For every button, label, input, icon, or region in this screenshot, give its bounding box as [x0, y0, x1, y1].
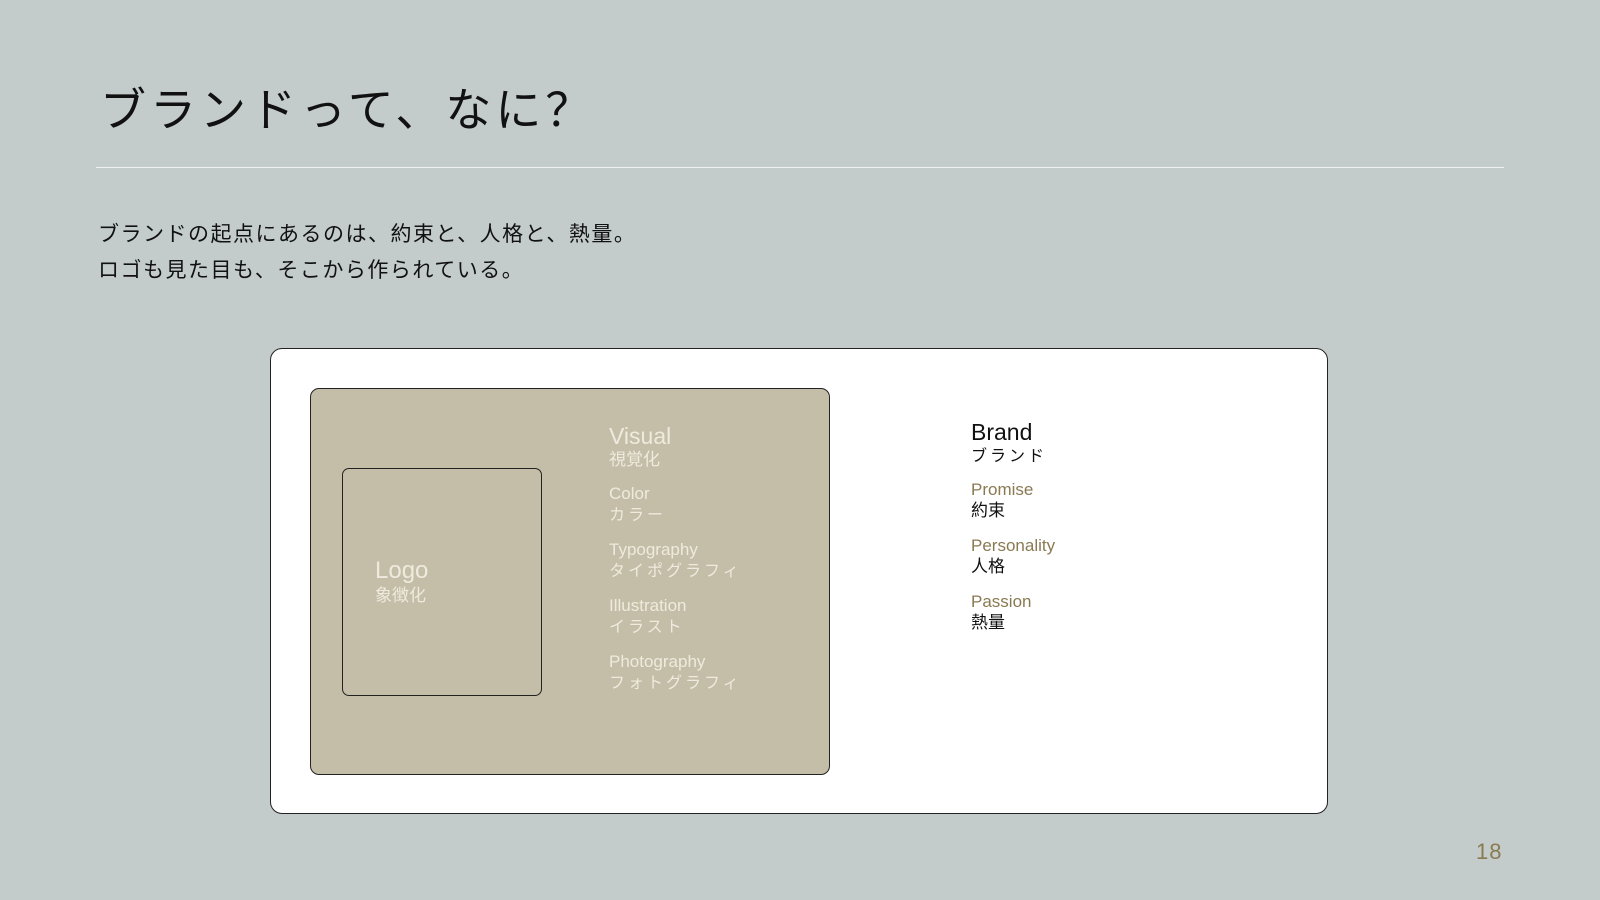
visual-item-color: Color カラー [609, 483, 809, 526]
brand-item-passion: Passion 熱量 [971, 591, 1271, 634]
brand-item-en: Personality [971, 536, 1056, 555]
page-number: 18 [1476, 839, 1503, 864]
slide-title: ブランドって、なに？ [100, 83, 596, 137]
slide: ブランドって、なに？ ブランドの起点にあるのは、約束と、人格と、熱量。 ロゴも見… [0, 0, 1600, 900]
visual-item-ja: イラスト [609, 617, 685, 636]
logo-label-en: Logo [375, 557, 429, 584]
brand-diagram-card: Logo 象徴化 Visual 視覚化 Color カラー Typography… [270, 348, 1328, 814]
visual-label-ja: 視覚化 [609, 450, 660, 470]
visual-item-illustration: Illustration イラスト [609, 595, 809, 638]
visual-item-photography: Photography フォトグラフィ [609, 651, 809, 694]
visual-area: Logo 象徴化 Visual 視覚化 Color カラー Typography… [310, 388, 830, 775]
brand-item-promise: Promise 約束 [971, 479, 1271, 522]
visual-item-ja: カラー [609, 505, 667, 524]
visual-item-en: Color [609, 484, 650, 503]
brand-item-ja: 熱量 [971, 613, 1005, 633]
visual-item-typography: Typography タイポグラフィ [609, 539, 809, 582]
visual-item-ja: フォトグラフィ [609, 673, 742, 692]
lead-line-2: ロゴも見た目も、そこから作られている。 [98, 258, 525, 282]
brand-item-ja: 約束 [971, 501, 1005, 521]
brand-item-personality: Personality 人格 [971, 535, 1271, 578]
visual-label-en: Visual [609, 423, 672, 449]
lead-text: ブランドの起点にあるのは、約束と、人格と、熱量。 ロゴも見た目も、そこから作られ… [98, 216, 636, 288]
title-divider [96, 167, 1504, 168]
logo-label-ja: 象徴化 [375, 586, 426, 606]
visual-item-en: Photography [609, 652, 706, 671]
brand-item-en: Passion [971, 592, 1032, 611]
logo-area: Logo 象徴化 [342, 468, 542, 696]
brand-item-ja: 人格 [971, 557, 1005, 577]
visual-item-ja: タイポグラフィ [609, 561, 742, 580]
visual-item-en: Typography [609, 540, 698, 559]
brand-label-en: Brand [971, 419, 1033, 445]
visual-list: Visual 視覚化 Color カラー Typography タイポグラフィ … [609, 423, 809, 707]
brand-item-en: Promise [971, 480, 1034, 499]
brand-label-ja: ブランド [971, 446, 1048, 465]
visual-item-en: Illustration [609, 596, 687, 615]
lead-line-1: ブランドの起点にあるのは、約束と、人格と、熱量。 [98, 222, 637, 246]
brand-list: Brand ブランド Promise 約束 Personality 人格 Pas… [971, 419, 1271, 647]
